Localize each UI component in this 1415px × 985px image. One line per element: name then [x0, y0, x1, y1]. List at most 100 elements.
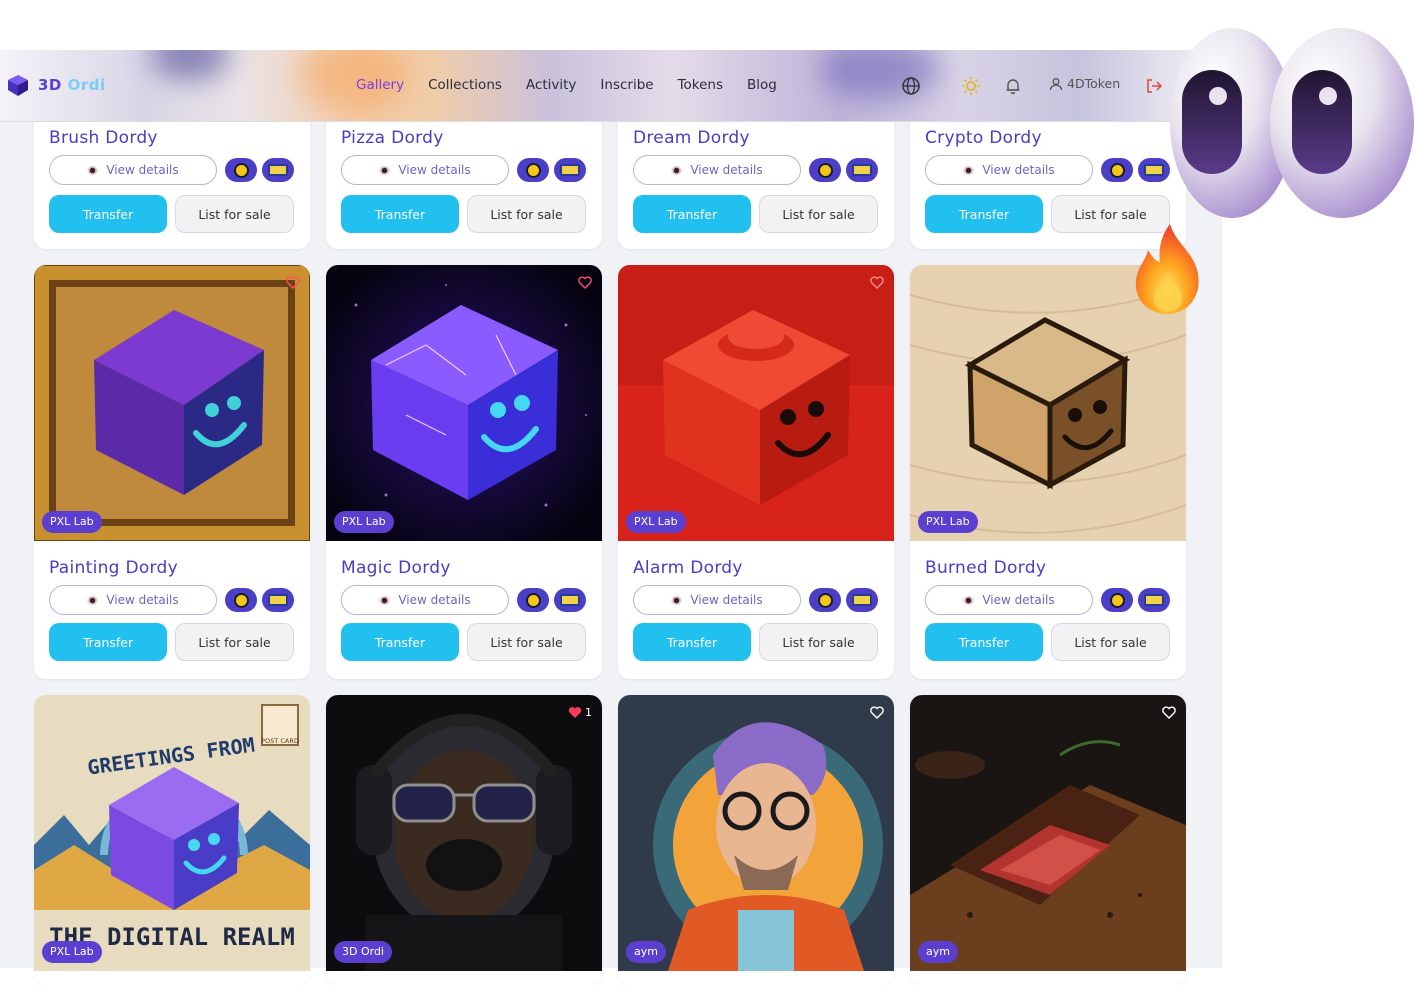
bell-icon[interactable]	[1002, 75, 1024, 97]
favorite-heart-icon[interactable]	[286, 276, 300, 289]
inscription-chip[interactable]	[846, 588, 878, 612]
nft-image[interactable]: PXL Lab	[326, 265, 602, 541]
sun-icon[interactable]	[960, 75, 982, 97]
favorite-heart-icon[interactable]: 1	[568, 706, 592, 719]
list-for-sale-button[interactable]: List for sale	[1051, 623, 1170, 661]
nft-image[interactable]: aym	[910, 695, 1186, 971]
card-title: Pizza Dordy	[341, 128, 444, 148]
nft-image[interactable]: POST CARD GREETINGS FROM THE DIGITAL REA…	[34, 695, 310, 971]
inscription-chip[interactable]	[846, 158, 878, 182]
creator-badge[interactable]: 3D Ordi	[334, 941, 392, 963]
user-menu[interactable]: 4DToken	[1049, 76, 1120, 91]
view-details-button[interactable]: View details	[925, 155, 1093, 185]
top-navbar: 3D Ordi Gallery Collections Activity Ins…	[0, 50, 1200, 122]
ordinal-coin-chip[interactable]	[1101, 588, 1133, 612]
transfer-button[interactable]: Transfer	[341, 623, 459, 661]
nav-activity[interactable]: Activity	[526, 77, 577, 93]
ordinal-coin-chip[interactable]	[1101, 158, 1133, 182]
view-details-button[interactable]: View details	[49, 585, 217, 615]
eye-icon	[379, 595, 391, 605]
transfer-button[interactable]: Transfer	[49, 195, 167, 233]
nav-blog[interactable]: Blog	[747, 77, 777, 93]
inscription-chip[interactable]	[554, 588, 586, 612]
creator-badge[interactable]: aym	[918, 941, 958, 963]
decor-blob	[820, 50, 940, 100]
nft-card: aym	[910, 695, 1186, 985]
list-for-sale-button[interactable]: List for sale	[175, 623, 294, 661]
card-title: Dream Dordy	[633, 128, 750, 148]
creator-badge[interactable]: PXL Lab	[918, 511, 978, 533]
inscription-chip[interactable]	[554, 158, 586, 182]
list-for-sale-button[interactable]: List for sale	[759, 195, 878, 233]
nav-tokens[interactable]: Tokens	[678, 77, 723, 93]
card-title: Alarm Dordy	[633, 558, 743, 578]
nav-collections[interactable]: Collections	[428, 77, 502, 93]
view-details-button[interactable]: View details	[925, 585, 1093, 615]
ordinal-coin-chip[interactable]	[225, 158, 257, 182]
nft-image[interactable]: PXL Lab	[618, 265, 894, 541]
creator-badge[interactable]: PXL Lab	[626, 511, 686, 533]
view-details-button[interactable]: View details	[341, 155, 509, 185]
inscription-chip[interactable]	[262, 158, 294, 182]
ordinal-coin-chip[interactable]	[809, 588, 841, 612]
coin-icon	[525, 592, 541, 608]
inscription-icon	[560, 594, 580, 606]
favorite-heart-icon[interactable]	[578, 276, 592, 289]
logout-icon[interactable]	[1143, 75, 1165, 97]
gallery-grid: Brush Dordy View details Transfer List f…	[0, 0, 1222, 985]
ordinal-coin-chip[interactable]	[225, 588, 257, 612]
view-details-button[interactable]: View details	[341, 585, 509, 615]
inscription-icon	[268, 164, 288, 176]
painting-cube-image	[34, 265, 310, 541]
eye-icon	[87, 595, 99, 605]
list-for-sale-button[interactable]: List for sale	[175, 195, 294, 233]
inscription-chip[interactable]	[262, 588, 294, 612]
postcard-cube-image: POST CARD GREETINGS FROM THE DIGITAL REA…	[34, 695, 310, 971]
nav-inscribe[interactable]: Inscribe	[600, 77, 653, 93]
postcard-stamp-text: POST CARD	[261, 737, 299, 745]
nav-links: Gallery Collections Activity Inscribe To…	[356, 77, 777, 93]
transfer-button[interactable]: Transfer	[633, 195, 751, 233]
view-details-label: View details	[398, 163, 471, 177]
coin-icon	[525, 162, 541, 178]
nft-image[interactable]: aym	[618, 695, 894, 971]
logo[interactable]: 3D Ordi	[6, 73, 106, 97]
globe-icon[interactable]	[900, 75, 922, 97]
list-for-sale-button[interactable]: List for sale	[467, 623, 586, 661]
like-count: 1	[585, 706, 592, 719]
creator-badge[interactable]: PXL Lab	[42, 941, 102, 963]
man-portrait-image	[618, 695, 894, 971]
transfer-button[interactable]: Transfer	[49, 623, 167, 661]
coin-icon	[817, 592, 833, 608]
nft-image[interactable]: PXL Lab	[34, 265, 310, 541]
inscription-chip[interactable]	[1138, 588, 1170, 612]
nft-image[interactable]: 1 3D Ordi	[326, 695, 602, 971]
list-for-sale-button[interactable]: List for sale	[467, 195, 586, 233]
creator-badge[interactable]: PXL Lab	[334, 511, 394, 533]
nft-card: Dream Dordy View details Transfer List f…	[618, 100, 894, 249]
ordinal-coin-chip[interactable]	[517, 588, 549, 612]
dog-with-headphones-image	[326, 695, 602, 971]
eye-icon	[671, 595, 683, 605]
view-details-label: View details	[690, 593, 763, 607]
ordinal-coin-chip[interactable]	[809, 158, 841, 182]
transfer-button[interactable]: Transfer	[633, 623, 751, 661]
favorite-heart-icon[interactable]	[1162, 706, 1176, 719]
creator-badge[interactable]: aym	[626, 941, 666, 963]
view-details-button[interactable]: View details	[633, 585, 801, 615]
nav-gallery[interactable]: Gallery	[356, 77, 404, 93]
inscription-chip[interactable]	[1138, 158, 1170, 182]
ordinal-coin-chip[interactable]	[517, 158, 549, 182]
inscription-icon	[1144, 594, 1164, 606]
favorite-heart-icon[interactable]	[870, 276, 884, 289]
view-details-button[interactable]: View details	[49, 155, 217, 185]
mascot-eyes-decoration	[1170, 28, 1414, 218]
eye-icon	[87, 165, 99, 175]
creator-badge[interactable]: PXL Lab	[42, 511, 102, 533]
view-details-button[interactable]: View details	[633, 155, 801, 185]
transfer-button[interactable]: Transfer	[341, 195, 459, 233]
list-for-sale-button[interactable]: List for sale	[759, 623, 878, 661]
favorite-heart-icon[interactable]	[870, 706, 884, 719]
transfer-button[interactable]: Transfer	[925, 195, 1043, 233]
transfer-button[interactable]: Transfer	[925, 623, 1043, 661]
